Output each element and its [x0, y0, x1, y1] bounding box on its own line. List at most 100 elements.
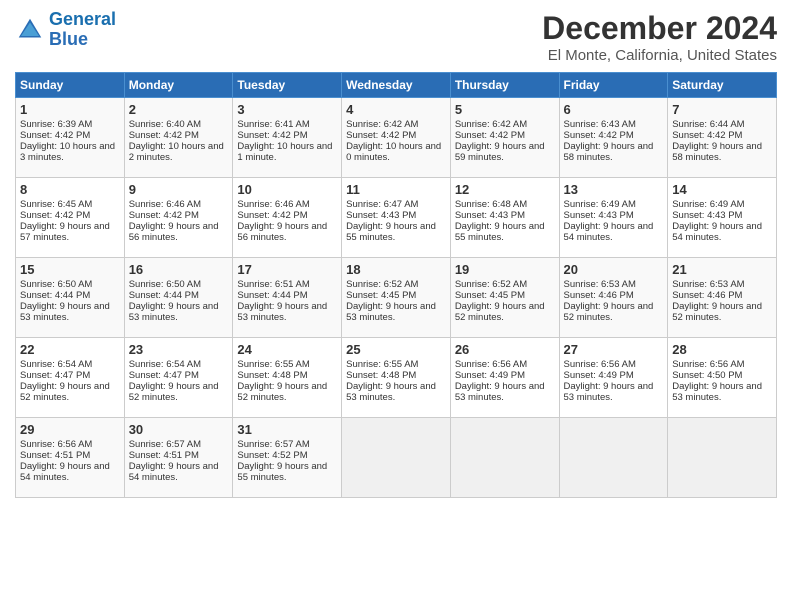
title-block: December 2024 El Monte, California, Unit… [542, 10, 777, 64]
daylight-label: Daylight: 10 hours and 0 minutes. [346, 141, 441, 163]
sunset: Sunset: 4:48 PM [346, 370, 416, 381]
sunset: Sunset: 4:42 PM [237, 210, 307, 221]
sunset: Sunset: 4:43 PM [346, 210, 416, 221]
week-row-1: 1Sunrise: 6:39 AMSunset: 4:42 PMDaylight… [16, 98, 777, 178]
calendar-cell: 23 Sunrise: 6:54 AMSunset: 4:47 PMDayligh… [124, 338, 233, 418]
daylight-label: Daylight: 9 hours and 53 minutes. [564, 381, 654, 403]
sunset: Sunset: 4:43 PM [672, 210, 742, 221]
sunrise: Sunrise: 6:42 AM [455, 119, 527, 130]
sunrise: Sunrise: 6:53 AM [672, 279, 744, 290]
calendar-cell: 11Sunrise: 6:47 AMSunset: 4:43 PMDayligh… [342, 178, 451, 258]
daylight-label: Daylight: 9 hours and 52 minutes. [129, 381, 219, 403]
daylight-label: Daylight: 9 hours and 52 minutes. [20, 381, 110, 403]
sunrise: Sunrise: 6:42 AM [346, 119, 418, 130]
day-number: 20 [564, 262, 664, 277]
calendar-cell: 28Sunrise: 6:56 AMSunset: 4:50 PMDayligh… [668, 338, 777, 418]
calendar-cell: 8Sunrise: 6:45 AMSunset: 4:42 PMDaylight… [16, 178, 125, 258]
week-row-3: 15Sunrise: 6:50 AMSunset: 4:44 PMDayligh… [16, 258, 777, 338]
day-number: 2 [129, 102, 229, 117]
sunset: Sunset: 4:49 PM [564, 370, 634, 381]
sunrise: Sunrise: 6:54 AM [129, 359, 201, 370]
sunset: Sunset: 4:42 PM [455, 130, 525, 141]
daylight-label: Daylight: 9 hours and 52 minutes. [455, 301, 545, 323]
page: General Blue December 2024 El Monte, Cal… [0, 0, 792, 612]
day-number: 26 [455, 342, 555, 357]
sunset: Sunset: 4:47 PM [20, 370, 90, 381]
daylight-label: Daylight: 9 hours and 58 minutes. [564, 141, 654, 163]
sunrise: Sunrise: 6:40 AM [129, 119, 201, 130]
calendar-cell: 22Sunrise: 6:54 AMSunset: 4:47 PMDayligh… [16, 338, 125, 418]
calendar-cell: 4Sunrise: 6:42 AMSunset: 4:42 PMDaylight… [342, 98, 451, 178]
day-number: 23 [129, 342, 229, 357]
main-title: December 2024 [542, 10, 777, 47]
day-number: 25 [346, 342, 446, 357]
calendar-cell: 31Sunrise: 6:57 AMSunset: 4:52 PMDayligh… [233, 418, 342, 498]
sunset: Sunset: 4:43 PM [564, 210, 634, 221]
calendar-cell: 20Sunrise: 6:53 AMSunset: 4:46 PMDayligh… [559, 258, 668, 338]
sunset: Sunset: 4:42 PM [129, 210, 199, 221]
sunrise: Sunrise: 6:49 AM [672, 199, 744, 210]
daylight-label: Daylight: 9 hours and 53 minutes. [20, 301, 110, 323]
sunrise: Sunrise: 6:47 AM [346, 199, 418, 210]
day-number: 15 [20, 262, 120, 277]
sunset: Sunset: 4:47 PM [129, 370, 199, 381]
col-header-monday: Monday [124, 73, 233, 98]
daylight-label: Daylight: 9 hours and 56 minutes. [129, 221, 219, 243]
week-row-5: 29Sunrise: 6:56 AMSunset: 4:51 PMDayligh… [16, 418, 777, 498]
sunset: Sunset: 4:45 PM [455, 290, 525, 301]
col-header-tuesday: Tuesday [233, 73, 342, 98]
sunrise: Sunrise: 6:57 AM [129, 439, 201, 450]
col-header-sunday: Sunday [16, 73, 125, 98]
calendar-cell [559, 418, 668, 498]
daylight-label: Daylight: 10 hours and 2 minutes. [129, 141, 224, 163]
logo-text: General Blue [49, 10, 116, 50]
sunrise: Sunrise: 6:55 AM [237, 359, 309, 370]
calendar-cell: 12Sunrise: 6:48 AMSunset: 4:43 PMDayligh… [450, 178, 559, 258]
calendar-cell: 10Sunrise: 6:46 AMSunset: 4:42 PMDayligh… [233, 178, 342, 258]
day-number: 11 [346, 182, 446, 197]
sunrise: Sunrise: 6:44 AM [672, 119, 744, 130]
sunrise: Sunrise: 6:43 AM [564, 119, 636, 130]
sunset: Sunset: 4:45 PM [346, 290, 416, 301]
daylight-label: Daylight: 9 hours and 52 minutes. [564, 301, 654, 323]
sunrise: Sunrise: 6:50 AM [20, 279, 92, 290]
sunrise: Sunrise: 6:48 AM [455, 199, 527, 210]
col-header-thursday: Thursday [450, 73, 559, 98]
col-header-saturday: Saturday [668, 73, 777, 98]
day-number: 28 [672, 342, 772, 357]
daylight-label: Daylight: 9 hours and 54 minutes. [672, 221, 762, 243]
calendar-cell: 16Sunrise: 6:50 AMSunset: 4:44 PMDayligh… [124, 258, 233, 338]
day-number: 29 [20, 422, 120, 437]
daylight-label: Daylight: 9 hours and 52 minutes. [237, 381, 327, 403]
day-number: 6 [564, 102, 664, 117]
sunset: Sunset: 4:44 PM [129, 290, 199, 301]
daylight-label: Daylight: 9 hours and 59 minutes. [455, 141, 545, 163]
sunrise: Sunrise: 6:46 AM [129, 199, 201, 210]
calendar-cell: 13Sunrise: 6:49 AMSunset: 4:43 PMDayligh… [559, 178, 668, 258]
sunrise: Sunrise: 6:56 AM [455, 359, 527, 370]
sunrise: Sunrise: 6:41 AM [237, 119, 309, 130]
day-number: 10 [237, 182, 337, 197]
sunset: Sunset: 4:44 PM [237, 290, 307, 301]
daylight-label: Daylight: 9 hours and 54 minutes. [20, 461, 110, 483]
day-number: 21 [672, 262, 772, 277]
sunset: Sunset: 4:42 PM [564, 130, 634, 141]
day-number: 9 [129, 182, 229, 197]
sunrise: Sunrise: 6:52 AM [346, 279, 418, 290]
sunrise: Sunrise: 6:50 AM [129, 279, 201, 290]
daylight-label: Daylight: 9 hours and 55 minutes. [237, 461, 327, 483]
sunset: Sunset: 4:46 PM [672, 290, 742, 301]
day-number: 17 [237, 262, 337, 277]
calendar-cell: 27Sunrise: 6:56 AMSunset: 4:49 PMDayligh… [559, 338, 668, 418]
calendar-cell: 30Sunrise: 6:57 AMSunset: 4:51 PMDayligh… [124, 418, 233, 498]
daylight-label: Daylight: 9 hours and 53 minutes. [129, 301, 219, 323]
sunrise: Sunrise: 6:56 AM [564, 359, 636, 370]
sunrise: Sunrise: 6:53 AM [564, 279, 636, 290]
calendar-cell [668, 418, 777, 498]
sunset: Sunset: 4:42 PM [346, 130, 416, 141]
calendar-cell: 26Sunrise: 6:56 AMSunset: 4:49 PMDayligh… [450, 338, 559, 418]
sunset: Sunset: 4:42 PM [237, 130, 307, 141]
daylight-label: Daylight: 9 hours and 56 minutes. [237, 221, 327, 243]
sunrise: Sunrise: 6:57 AM [237, 439, 309, 450]
daylight-label: Daylight: 9 hours and 58 minutes. [672, 141, 762, 163]
